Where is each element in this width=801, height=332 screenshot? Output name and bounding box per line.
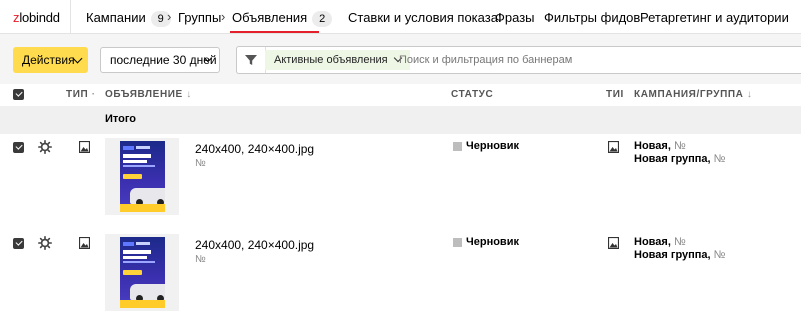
active-tab-underline: [230, 31, 319, 33]
nav-bids-label: Ставки и условия показа:: [348, 10, 502, 25]
breadcrumb-campaigns[interactable]: Кампании 9: [86, 10, 171, 27]
status-draft-indicator: [453, 238, 462, 247]
group-number: №: [713, 153, 726, 165]
sort-arrow-icon: ↓: [186, 89, 192, 100]
filter-tag-label: Активные объявления: [274, 54, 388, 66]
campaign-number: №: [673, 236, 686, 248]
ad-banner-image: [120, 237, 165, 308]
column-header-ad[interactable]: ОБЪЯВЛЕНИЕ ↓: [105, 89, 192, 100]
logo[interactable]: zlobindd: [13, 10, 60, 25]
column-header-type-2[interactable]: ТИІ: [606, 89, 630, 100]
total-label: Итого: [105, 113, 137, 125]
top-navigation: zlobindd Кампании 9 › Группы › Объявления…: [0, 0, 801, 34]
image-type-icon: [608, 141, 619, 153]
breadcrumb-ads[interactable]: Объявления 2: [232, 10, 333, 27]
actions-button-label: Действия: [22, 53, 75, 67]
group-name: Новая группа,: [634, 153, 711, 165]
period-select-value: последние 30 дней: [110, 53, 217, 67]
period-select[interactable]: последние 30 дней: [100, 47, 220, 73]
divider: [70, 0, 71, 34]
ad-name-link[interactable]: 240x400, 240×400.jpg: [195, 142, 314, 156]
logo-text: lobindd: [19, 10, 60, 25]
group-link[interactable]: Новая группа, №: [634, 153, 725, 165]
column-header-label: КАМПАНИЯ/ГРУППА: [634, 89, 744, 100]
campaign-number: №: [673, 140, 686, 152]
row-checkbox[interactable]: [13, 238, 24, 249]
ad-thumbnail[interactable]: [105, 138, 179, 215]
row-checkbox[interactable]: [13, 142, 24, 153]
chevron-right-icon: ›: [221, 9, 226, 24]
image-type-icon: [79, 237, 90, 249]
total-row: Итого: [0, 106, 801, 134]
campaign-name: Новая,: [634, 140, 671, 152]
nav-link-retargeting[interactable]: Ретаргетинг и аудитории: [640, 10, 789, 25]
chevron-right-icon: ›: [167, 9, 172, 24]
actions-button[interactable]: Действия: [13, 47, 88, 73]
gear-icon[interactable]: [38, 140, 52, 154]
breadcrumb-groups[interactable]: Группы: [178, 10, 221, 25]
column-header-type[interactable]: ТИП ·: [66, 89, 96, 100]
column-header-campaign-group[interactable]: КАМПАНИЯ/ГРУППА ↓: [634, 89, 752, 100]
ad-banner-image: [120, 141, 165, 212]
column-header-label: ТИП: [66, 89, 89, 100]
group-number: №: [713, 249, 726, 261]
active-ads-filter-tag[interactable]: Активные объявления: [265, 50, 410, 70]
status-draft-indicator: [453, 142, 462, 151]
table-row: 240x400, 240×400.jpg № Черновик Новая, №…: [0, 230, 801, 326]
campaign-link[interactable]: Новая, №: [634, 140, 686, 152]
ad-id: №: [195, 254, 206, 265]
image-type-icon: [608, 237, 619, 249]
breadcrumb-label: Кампании: [86, 10, 146, 25]
sort-arrow-icon: ↓: [746, 89, 753, 100]
campaign-link[interactable]: Новая, №: [634, 236, 686, 248]
ad-thumbnail[interactable]: [105, 234, 179, 311]
column-header-label: СТАТУС: [451, 89, 494, 100]
breadcrumb-label: Объявления: [232, 10, 308, 25]
select-all-checkbox[interactable]: [13, 89, 24, 100]
column-header-status[interactable]: СТАТУС: [451, 89, 493, 100]
ads-count-badge: 2: [312, 11, 333, 27]
status-text: Черновик: [466, 236, 519, 248]
filter-icon[interactable]: [244, 53, 258, 67]
image-type-icon: [79, 141, 90, 153]
ad-name-link[interactable]: 240x400, 240×400.jpg: [195, 238, 314, 252]
breadcrumb-label: Группы: [178, 10, 222, 25]
group-name: Новая группа,: [634, 249, 711, 261]
nav-link-phrases[interactable]: Фразы: [495, 10, 535, 25]
column-header-label: ОБЪЯВЛЕНИЕ: [105, 89, 183, 100]
table-row: 240x400, 240×400.jpg № Черновик Новая, №…: [0, 134, 801, 230]
campaign-name: Новая,: [634, 236, 671, 248]
group-link[interactable]: Новая группа, №: [634, 249, 725, 261]
banner-search-input[interactable]: [399, 50, 789, 70]
column-header-label: ТИІ: [606, 89, 624, 100]
separator-dot: ·: [91, 89, 96, 100]
status-text: Черновик: [466, 140, 519, 152]
filter-bar: Активные объявления: [236, 46, 801, 74]
table-header: ТИП · ОБЪЯВЛЕНИЕ ↓ СТАТУС ТИІ КАМПАНИЯ/Г…: [0, 84, 801, 106]
gear-icon[interactable]: [38, 236, 52, 250]
nav-link-feed-filters[interactable]: Фильтры фидов: [544, 10, 640, 25]
ad-id: №: [195, 158, 206, 169]
